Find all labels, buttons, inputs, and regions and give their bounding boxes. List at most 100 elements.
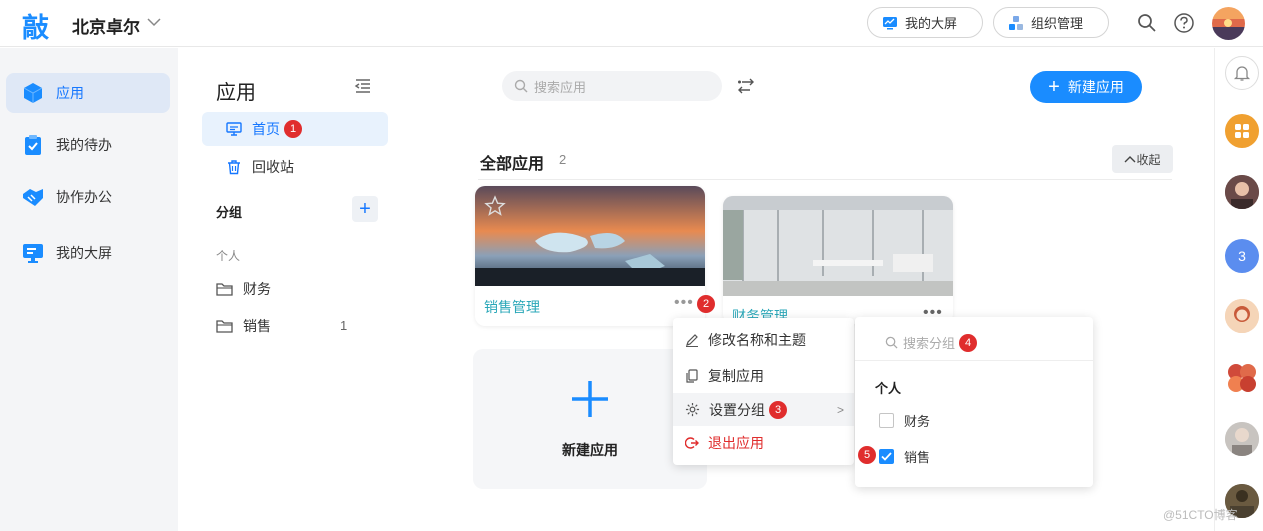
folder-icon bbox=[216, 320, 233, 333]
app-card-sales[interactable]: 销售管理 ••• bbox=[475, 186, 705, 326]
monitor-icon bbox=[23, 244, 43, 263]
help-icon[interactable] bbox=[1173, 12, 1195, 34]
handshake-icon bbox=[23, 189, 43, 206]
my-screen-label: 我的大屏 bbox=[905, 16, 958, 31]
sub-nav-title: 应用 bbox=[216, 82, 256, 104]
nav-item-label: 我的待办 bbox=[56, 137, 112, 153]
sub-item-recycle[interactable]: 回收站 bbox=[202, 150, 388, 184]
menu-item-label: 修改名称和主题 bbox=[708, 331, 806, 348]
left-nav: 应用 我的待办 协作办公 我的大屏 bbox=[0, 48, 178, 531]
app-logo[interactable]: 敲 bbox=[22, 6, 49, 45]
menu-item-label: 退出应用 bbox=[708, 434, 764, 451]
collapse-button[interactable]: 收起 bbox=[1112, 145, 1173, 173]
grid-icon bbox=[1235, 124, 1249, 138]
new-app-card[interactable]: 新建应用 bbox=[473, 349, 707, 489]
step-badge: 1 bbox=[284, 120, 302, 138]
org-icon bbox=[1009, 15, 1023, 30]
user-avatar[interactable] bbox=[1212, 7, 1245, 40]
edit-icon bbox=[686, 333, 698, 347]
step-badge: 5 bbox=[858, 446, 876, 464]
star-icon[interactable] bbox=[484, 195, 506, 217]
nav-item-todo[interactable]: 我的待办 bbox=[6, 125, 170, 165]
search-icon bbox=[885, 336, 898, 349]
collapse-menu-icon[interactable] bbox=[354, 78, 372, 94]
sub-item-label: 回收站 bbox=[252, 159, 294, 175]
add-group-button[interactable]: + bbox=[352, 196, 378, 222]
sub-nav: 应用 首页 1 回收站 分组 + 个人 财务 销售 1 bbox=[178, 48, 406, 531]
search-icon bbox=[514, 79, 528, 93]
contact-avatar[interactable] bbox=[1225, 299, 1259, 333]
checkbox[interactable] bbox=[879, 413, 894, 428]
group-option-finance[interactable]: 财务 bbox=[879, 411, 930, 430]
chevron-right-icon: > bbox=[836, 402, 844, 417]
sub-item-label: 首页 bbox=[252, 121, 280, 137]
menu-item-label: 复制应用 bbox=[708, 367, 764, 384]
contact-avatar[interactable] bbox=[1225, 422, 1259, 456]
exit-icon bbox=[685, 436, 699, 449]
search-icon[interactable] bbox=[1136, 12, 1158, 34]
menu-item-rename[interactable]: 修改名称和主题 bbox=[673, 323, 854, 356]
group-search-placeholder: 搜索分组 bbox=[903, 336, 956, 351]
divider bbox=[855, 360, 1093, 361]
contact-avatar[interactable] bbox=[1225, 175, 1259, 209]
contact-group-avatar[interactable] bbox=[1225, 361, 1259, 395]
personal-label: 个人 bbox=[216, 249, 241, 263]
menu-item-copy[interactable]: 复制应用 bbox=[673, 359, 854, 392]
plus-icon: + bbox=[1048, 76, 1060, 98]
menu-item-exit[interactable]: 退出应用 bbox=[673, 426, 854, 459]
nav-item-collab[interactable]: 协作办公 bbox=[6, 177, 170, 217]
gear-icon bbox=[685, 402, 700, 417]
section-count: 2 bbox=[559, 152, 567, 167]
my-screen-button[interactable]: 我的大屏 bbox=[867, 7, 983, 38]
section-divider bbox=[478, 179, 1172, 180]
group-option-sales[interactable]: 销售 bbox=[879, 447, 930, 466]
avatar-image bbox=[1225, 299, 1259, 333]
collapse-label: 收起 bbox=[1136, 152, 1161, 167]
plus-icon bbox=[572, 381, 608, 417]
app-search-input[interactable]: 搜索应用 bbox=[502, 71, 722, 101]
folder-count: 1 bbox=[340, 318, 348, 333]
folder-label: 销售 bbox=[243, 318, 271, 334]
card-cover-image bbox=[723, 196, 953, 296]
card-label: 销售管理 bbox=[484, 299, 540, 315]
app-context-menu: 修改名称和主题 复制应用 设置分组 3 > 退出应用 bbox=[673, 318, 854, 465]
clipboard-check-icon bbox=[25, 135, 41, 155]
chevron-down-icon[interactable] bbox=[146, 14, 162, 30]
new-app-label: 新建应用 bbox=[1067, 79, 1124, 95]
option-label: 销售 bbox=[904, 450, 931, 465]
section-title: 全部应用 bbox=[480, 156, 545, 173]
folder-label: 财务 bbox=[243, 281, 271, 297]
nav-item-label: 应用 bbox=[56, 85, 84, 101]
app-card-finance[interactable]: 财务管理 ••• bbox=[723, 196, 953, 324]
sub-item-home[interactable]: 首页 1 bbox=[202, 112, 388, 146]
avatar-image bbox=[1225, 422, 1259, 456]
nav-item-apps[interactable]: 应用 bbox=[6, 73, 170, 113]
filter-swap-icon[interactable] bbox=[736, 76, 756, 96]
checkbox-checked[interactable] bbox=[879, 449, 894, 464]
group-label: 个人 bbox=[875, 381, 902, 396]
group-search-input[interactable]: 搜索分组 4 bbox=[885, 333, 978, 352]
new-app-card-label: 新建应用 bbox=[562, 442, 618, 458]
bell-icon bbox=[1233, 66, 1251, 81]
search-placeholder: 搜索应用 bbox=[534, 79, 587, 95]
group-header: 分组 bbox=[216, 205, 243, 220]
org-manage-button[interactable]: 组织管理 bbox=[993, 7, 1109, 38]
menu-item-set-group[interactable]: 设置分组 3 > bbox=[673, 393, 854, 426]
step-badge: 3 bbox=[769, 400, 787, 419]
unread-count-circle[interactable]: 3 bbox=[1225, 239, 1259, 273]
notification-button[interactable] bbox=[1225, 56, 1259, 90]
chevron-up-icon bbox=[1124, 156, 1136, 163]
more-dots-icon[interactable]: ••• bbox=[674, 294, 694, 312]
nav-item-screen[interactable]: 我的大屏 bbox=[6, 233, 170, 273]
org-manage-label: 组织管理 bbox=[1031, 16, 1084, 31]
step-badge: 4 bbox=[959, 333, 978, 352]
org-name[interactable]: 北京卓尔 bbox=[72, 13, 140, 38]
step-badge: 2 bbox=[697, 295, 715, 313]
card-cover-image bbox=[475, 186, 705, 286]
new-app-button[interactable]: + 新建应用 bbox=[1030, 71, 1142, 103]
right-rail: 3 bbox=[1214, 48, 1263, 531]
apps-grid-button[interactable] bbox=[1225, 114, 1259, 148]
folder-finance[interactable]: 财务 bbox=[216, 279, 366, 299]
check-icon bbox=[881, 452, 892, 461]
option-label: 财务 bbox=[904, 414, 931, 429]
